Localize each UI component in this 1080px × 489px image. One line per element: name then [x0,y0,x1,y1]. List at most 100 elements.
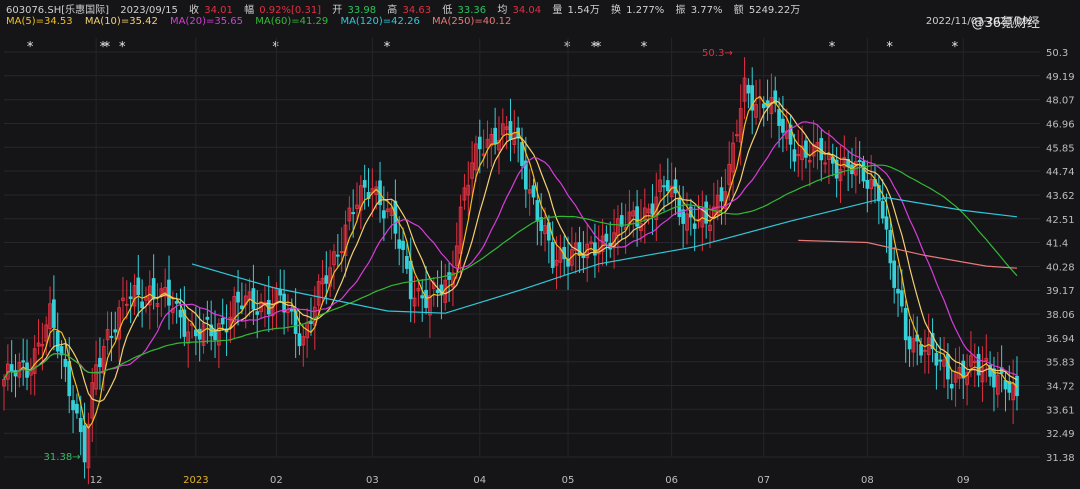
x-tick-label: 09 [957,475,970,486]
candle-body [884,216,889,230]
candle-body [397,239,402,249]
candle-body [75,403,79,414]
candle-body [9,364,14,373]
candle-body [78,417,83,433]
y-tick-label: 43.62 [1046,191,1075,202]
candle-body [593,242,597,256]
high-marker-label: 50.3→ [702,48,733,59]
candle-body [823,162,827,165]
candle-body [934,352,939,366]
x-tick-label: 05 [562,475,575,486]
candle-body [880,200,885,219]
candle-body [761,103,766,109]
low-marker-label: 31.38→ [44,452,81,463]
candle-body [401,240,405,250]
candle-body [508,121,513,140]
candle-body [577,242,582,256]
y-tick-label: 36.94 [1046,334,1075,345]
candle-body [662,185,666,188]
candle-body [297,333,302,347]
candle-body [520,142,524,166]
candle-body [52,299,56,328]
candle-body [650,203,655,215]
candle-body [309,321,313,324]
candle-body [673,179,678,194]
candle-body [382,210,386,219]
candle-body [240,305,244,310]
candle-body [128,296,133,299]
candle-body [531,185,536,198]
ma120-line [191,196,1018,314]
candle-body [435,289,440,294]
y-tick-label: 45.85 [1046,143,1075,154]
candle-body [136,277,141,296]
candle-body [493,127,497,145]
y-tick-label: 42.51 [1046,215,1075,226]
candle-body [477,136,482,150]
candle-body [857,160,862,163]
y-tick-label: 34.72 [1046,382,1075,393]
candle-body [949,384,954,389]
candle-body [21,360,26,363]
candle-body [405,256,409,269]
candle-body [178,309,183,318]
x-tick-label: 12 [90,475,103,486]
candle-body [781,118,785,133]
candle-body [581,254,586,258]
candle-body [255,311,260,315]
candle-body [665,180,670,192]
x-tick-label: 07 [757,475,770,486]
candle-body [194,329,198,337]
y-tick-label: 33.61 [1046,405,1075,416]
candle-body [220,317,225,325]
candle-body [205,316,210,320]
candle-body [692,223,697,229]
candle-body [923,349,927,352]
candle-body [197,328,202,340]
candle-body [746,84,751,94]
y-tick-label: 35.83 [1046,358,1075,369]
y-tick-label: 40.28 [1046,262,1075,273]
y-tick-label: 38.06 [1046,310,1075,321]
candle-body [335,254,340,257]
candle-body [351,212,356,215]
candle-body [67,361,72,397]
candle-body [604,233,609,242]
candle-body [251,288,256,310]
candlestick-chart: 50.3 49.19 48.07 46.96 45.85 44.74 43.62 42.51 4… [2,38,1075,486]
candle-body [167,279,171,306]
candle-body [236,291,240,303]
candle-body [919,344,923,356]
candle-body [420,295,425,299]
candle-body [865,179,870,189]
candle-body [362,180,367,188]
candle-body [777,109,781,126]
candle-body [792,149,797,162]
candle-body [535,200,540,222]
candle-body [278,289,283,296]
candle-body [174,301,179,304]
candle-body [1003,380,1008,390]
candle-body [55,331,60,352]
candle-body [719,187,724,202]
candle-body [976,353,981,376]
x-tick-label: 06 [665,475,678,486]
candle-body [804,140,808,158]
y-tick-label: 46.96 [1046,119,1075,130]
candle-body [71,400,75,411]
candle-body [907,336,912,350]
y-tick-label: 49.19 [1046,72,1075,83]
candle-body [946,353,950,380]
candle-body [888,229,893,264]
x-tick-label: 02 [270,475,283,486]
x-tick-label: 04 [473,475,486,486]
candle-body [98,357,102,368]
y-tick-label: 50.3 [1046,48,1068,59]
y-tick-label: 44.74 [1046,167,1075,178]
y-tick-label: 32.49 [1046,429,1075,440]
candle-body [900,290,904,307]
x-tick-label: 08 [861,475,874,486]
candle-body [424,289,428,308]
y-tick-label: 31.38 [1046,453,1075,464]
candle-body [677,198,682,218]
